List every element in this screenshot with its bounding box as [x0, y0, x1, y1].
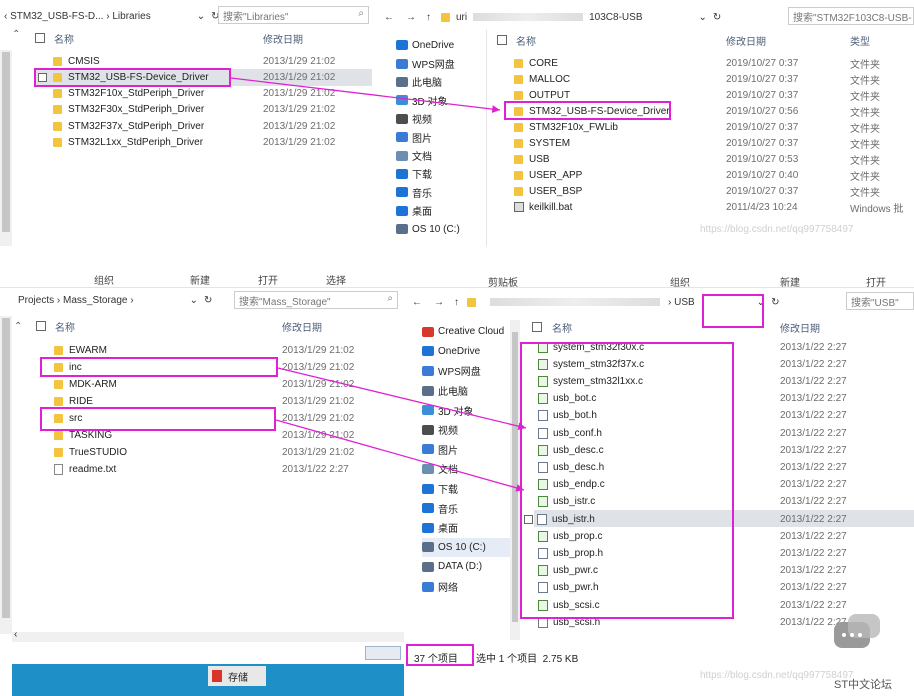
- annotation-arrows: [230, 77, 527, 492]
- arrow-driver: [230, 77, 501, 113]
- arrow-inc: [277, 367, 527, 430]
- arrow-src: [275, 419, 525, 492]
